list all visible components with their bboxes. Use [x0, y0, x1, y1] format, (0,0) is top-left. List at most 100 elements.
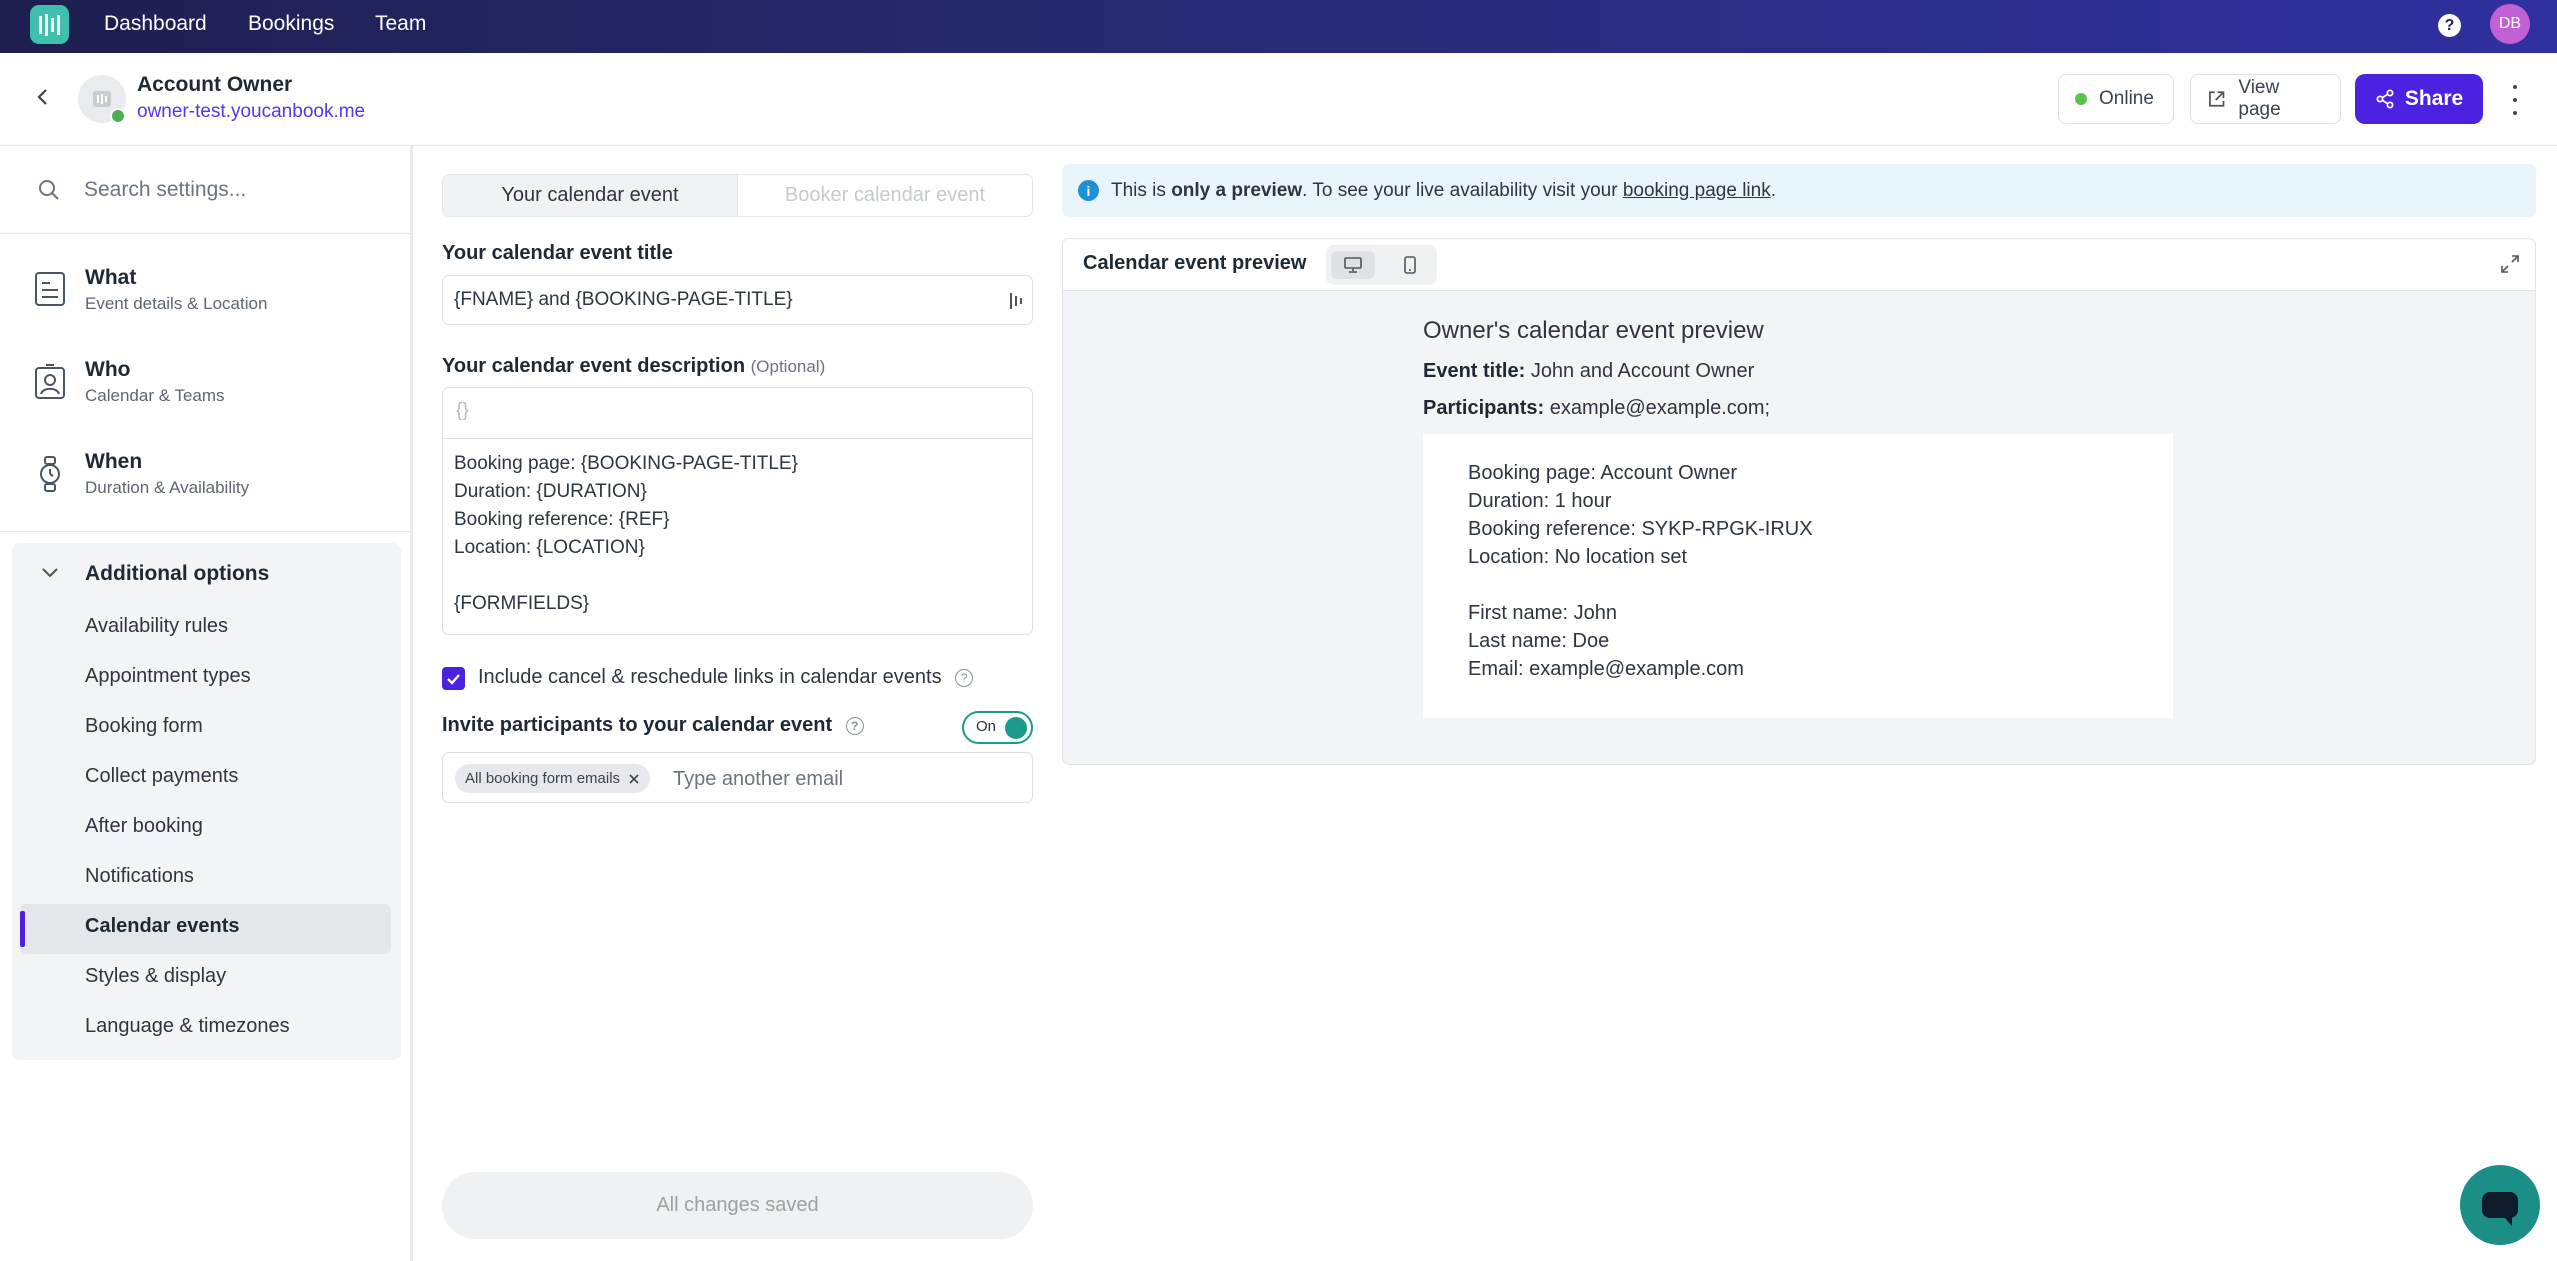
desktop-icon [1344, 257, 1362, 273]
banner-middle: . To see your live availability visit yo… [1302, 179, 1623, 201]
calendar-event-preview-card: Calendar event preview Owner's calendar … [1062, 238, 2536, 765]
sidebar-divider [0, 531, 410, 532]
section-title-what: What [85, 266, 137, 289]
sidebar-item-booking-form[interactable]: Booking form [85, 715, 203, 738]
event-title-value: {FNAME} and {BOOKING-PAGE-TITLE} [454, 289, 793, 310]
invite-participants-text: Invite participants to your calendar eve… [442, 714, 833, 736]
description-label-text: Your calendar event description [442, 355, 746, 377]
info-icon: i [1078, 180, 1099, 201]
event-title-input[interactable]: {FNAME} and {BOOKING-PAGE-TITLE} [442, 275, 1033, 325]
back-chevron-icon[interactable] [32, 86, 54, 108]
watch-icon [40, 456, 60, 492]
nav-dashboard[interactable]: Dashboard [104, 12, 207, 36]
toggle-label: On [976, 718, 997, 735]
online-status-button[interactable]: Online [2058, 74, 2174, 124]
section-title-when: When [85, 450, 143, 473]
additional-options-title[interactable]: Additional options [85, 562, 269, 586]
share-icon [2376, 89, 2394, 109]
sidebar-item-after-booking[interactable]: After booking [85, 815, 203, 838]
preview-event-title: Event title: John and Account Owner [1423, 360, 1754, 383]
invite-participants-label: Invite participants to your calendar eve… [442, 714, 864, 737]
mobile-icon [1404, 256, 1416, 274]
event-title-field-label: Event title: [1423, 360, 1526, 382]
section-title-who: Who [85, 358, 131, 381]
nav-bookings[interactable]: Bookings [248, 12, 334, 36]
sidebar-item-appointment-types[interactable]: Appointment types [85, 665, 251, 688]
share-button[interactable]: Share [2355, 74, 2483, 124]
event-description-label: Your calendar event description (Optiona… [442, 355, 825, 378]
sidebar-section-when[interactable]: When Duration & Availability [0, 440, 410, 515]
help-question-icon[interactable]: ? [845, 716, 864, 735]
sidebar-item-availability-rules[interactable]: Availability rules [85, 615, 228, 638]
help-question-icon[interactable]: ? [955, 668, 974, 687]
online-status-dot [110, 108, 126, 124]
document-icon [35, 272, 65, 306]
save-status-button[interactable]: All changes saved [442, 1172, 1033, 1239]
email-chip: All booking form emails [455, 764, 651, 793]
search-input[interactable] [84, 172, 394, 208]
description-optional-text: (Optional) [750, 357, 826, 376]
settings-sidebar: What Event details & Location Who Calend… [0, 146, 413, 1261]
tab-your-calendar-event[interactable]: Your calendar event [443, 175, 738, 216]
participants-field-value: example@example.com; [1549, 397, 1771, 419]
chat-bubble-icon [2482, 1192, 2518, 1226]
preview-participants: Participants: example@example.com; [1423, 397, 1770, 420]
sidebar-section-what[interactable]: What Event details & Location [0, 256, 410, 331]
chevron-down-icon[interactable] [40, 566, 60, 580]
top-navigation: Dashboard Bookings Team ? DB [0, 0, 2557, 53]
remove-chip-icon[interactable] [628, 773, 640, 785]
expand-icon[interactable] [2499, 253, 2521, 275]
app-logo-icon[interactable] [30, 5, 69, 44]
help-icon[interactable]: ? [2438, 14, 2461, 37]
event-title-field-value: John and Account Owner [1530, 360, 1755, 382]
sidebar-item-collect-payments[interactable]: Collect payments [85, 765, 238, 788]
preview-event-body: Booking page: Account Owner Duration: 1 … [1423, 434, 2173, 718]
nav-team[interactable]: Team [375, 12, 426, 36]
search-icon [39, 180, 59, 200]
checkmark-icon [447, 673, 460, 685]
chat-support-button[interactable] [2460, 1165, 2540, 1245]
sidebar-item-calendar-events[interactable]: Calendar events [85, 915, 240, 938]
email-chip-label: All booking form emails [465, 770, 621, 787]
tab-booker-calendar-event[interactable]: Booker calendar event [738, 175, 1032, 216]
insert-variable-icon[interactable] [1008, 291, 1024, 311]
view-page-button[interactable]: View page [2190, 74, 2341, 124]
preview-card-title: Calendar event preview [1083, 252, 1307, 274]
email-input[interactable] [673, 763, 1013, 795]
page-header: Account Owner owner-test.youcanbook.me O… [0, 53, 2557, 146]
mobile-view-button[interactable] [1388, 251, 1432, 279]
include-links-checkbox[interactable] [442, 667, 465, 690]
contact-card-icon [35, 364, 65, 399]
banner-suffix: . [1770, 179, 1776, 201]
banner-prefix: This is [1111, 179, 1172, 201]
view-page-label: View page [2238, 77, 2281, 120]
booking-page-url[interactable]: owner-test.youcanbook.me [137, 101, 365, 123]
participant-emails-field[interactable]: All booking form emails [442, 752, 1033, 803]
active-item-indicator [20, 911, 25, 947]
section-subtitle-what: Event details & Location [85, 294, 268, 313]
sidebar-item-language-timezones[interactable]: Language & timezones [85, 1015, 290, 1038]
user-avatar[interactable]: DB [2490, 4, 2530, 44]
device-toggle [1326, 245, 1437, 285]
description-textarea[interactable]: Booking page: {BOOKING-PAGE-TITLE} Durat… [443, 439, 1032, 629]
include-links-label: Include cancel & reschedule links in cal… [478, 666, 974, 689]
more-options-icon[interactable] [2505, 85, 2525, 115]
sidebar-item-styles-display[interactable]: Styles & display [85, 965, 226, 988]
insert-variable-braces-icon[interactable]: {} [456, 400, 469, 421]
page-title: Account Owner [137, 73, 293, 96]
status-dot-icon [2075, 93, 2087, 105]
banner-text: This is only a preview. To see your live… [1111, 180, 1776, 202]
desktop-view-button[interactable] [1331, 251, 1375, 279]
toggle-knob [1005, 717, 1027, 739]
settings-search [0, 146, 410, 234]
invite-participants-toggle[interactable]: On [962, 711, 1033, 744]
sidebar-section-who[interactable]: Who Calendar & Teams [0, 348, 410, 423]
preview-header: Calendar event preview [1063, 239, 2535, 291]
event-description-editor[interactable]: {} Booking page: {BOOKING-PAGE-TITLE} Du… [442, 387, 1033, 635]
participants-field-label: Participants: [1423, 397, 1545, 419]
include-links-text: Include cancel & reschedule links in cal… [478, 666, 942, 688]
event-title-label: Your calendar event title [442, 242, 673, 264]
calendar-event-tabs: Your calendar event Booker calendar even… [442, 174, 1033, 217]
sidebar-item-notifications[interactable]: Notifications [85, 865, 194, 888]
booking-page-link[interactable]: booking page link [1623, 180, 1771, 201]
